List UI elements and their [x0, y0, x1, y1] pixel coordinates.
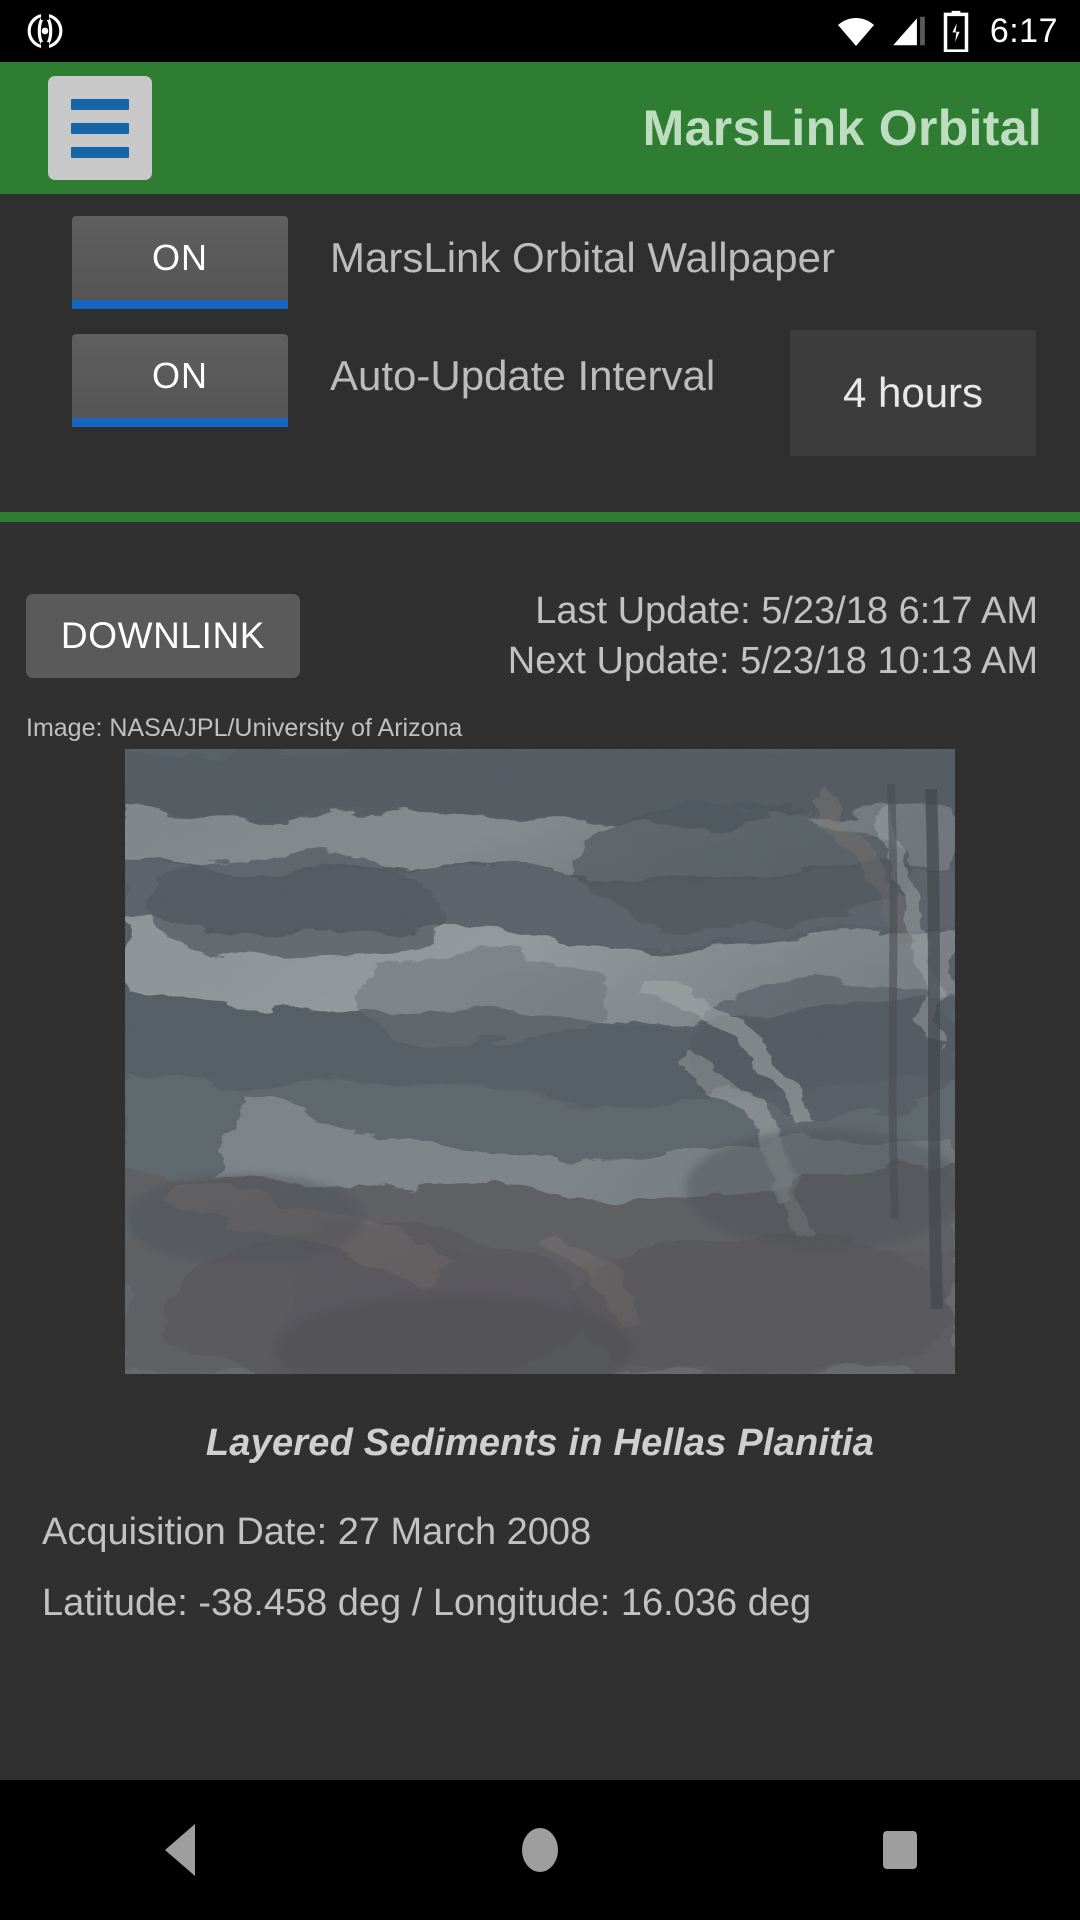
mars-image-render	[125, 749, 955, 1374]
status-bar: 6:17	[0, 0, 1080, 62]
back-button[interactable]	[90, 1780, 270, 1920]
battery-charging-icon	[943, 10, 969, 52]
status-bar-clock: 6:17	[989, 11, 1058, 50]
auto-update-toggle-label: ON	[152, 355, 208, 396]
coordinates: Latitude: -38.458 deg / Longitude: 16.03…	[42, 1582, 812, 1624]
downlink-button[interactable]: DOWNLINK	[26, 594, 300, 678]
image-credit: Image: NASA/JPL/University of Arizona	[26, 714, 463, 742]
interval-spinner-value: 4 hours	[842, 369, 984, 416]
wallpaper-setting-label: MarsLink Orbital Wallpaper	[330, 234, 835, 281]
navigation-bar	[0, 1780, 1080, 1920]
hamburger-menu-icon[interactable]	[48, 76, 152, 180]
page-title: MarsLink Orbital	[642, 100, 1042, 156]
recents-square-icon	[883, 1831, 917, 1869]
app-bar: MarsLink Orbital	[0, 62, 1080, 194]
menu-bar-line	[71, 146, 129, 158]
section-divider	[0, 512, 1080, 522]
back-triangle-icon	[165, 1824, 195, 1876]
mars-image[interactable]	[125, 749, 955, 1374]
update-status: Last Update: 5/23/18 6:17 AM Next Update…	[300, 586, 1080, 686]
status-bar-notifications	[26, 12, 64, 50]
downlink-row: DOWNLINK Last Update: 5/23/18 6:17 AM Ne…	[0, 522, 1080, 686]
wallpaper-toggle-label: ON	[152, 237, 208, 278]
home-button[interactable]	[450, 1780, 630, 1920]
recents-button[interactable]	[810, 1780, 990, 1920]
image-caption: Layered Sediments in Hellas Planitia	[205, 1422, 875, 1464]
status-bar-icons: 6:17	[836, 10, 1058, 52]
wifi-icon	[837, 18, 874, 46]
downlink-button-label: DOWNLINK	[60, 615, 266, 656]
app-root: 6:17 MarsLink Orbital ON MarsLink Orbita…	[0, 0, 1080, 1920]
app-notification-icon	[27, 13, 63, 49]
home-circle-icon	[522, 1828, 558, 1872]
next-update-text: Next Update: 5/23/18 10:13 AM	[507, 640, 1038, 682]
menu-bar-line	[71, 98, 129, 110]
interval-spinner[interactable]: 4 hours	[790, 330, 1036, 456]
settings-panel: ON MarsLink Orbital Wallpaper ON Auto-Up…	[0, 194, 1080, 512]
setting-row-interval: ON Auto-Update Interval 4 hours	[0, 330, 1080, 456]
menu-bar-line	[71, 122, 129, 134]
main-content: DOWNLINK Last Update: 5/23/18 6:17 AM Ne…	[0, 522, 1080, 1780]
wallpaper-toggle[interactable]: ON	[72, 216, 288, 309]
cellular-signal-icon	[892, 16, 925, 46]
auto-update-setting-label: Auto-Update Interval	[330, 352, 716, 399]
acquisition-date: Acquisition Date: 27 March 2008	[42, 1511, 592, 1553]
auto-update-toggle[interactable]: ON	[72, 334, 288, 427]
setting-row-wallpaper: ON MarsLink Orbital Wallpaper	[0, 216, 1080, 334]
last-update-text: Last Update: 5/23/18 6:17 AM	[535, 590, 1038, 632]
